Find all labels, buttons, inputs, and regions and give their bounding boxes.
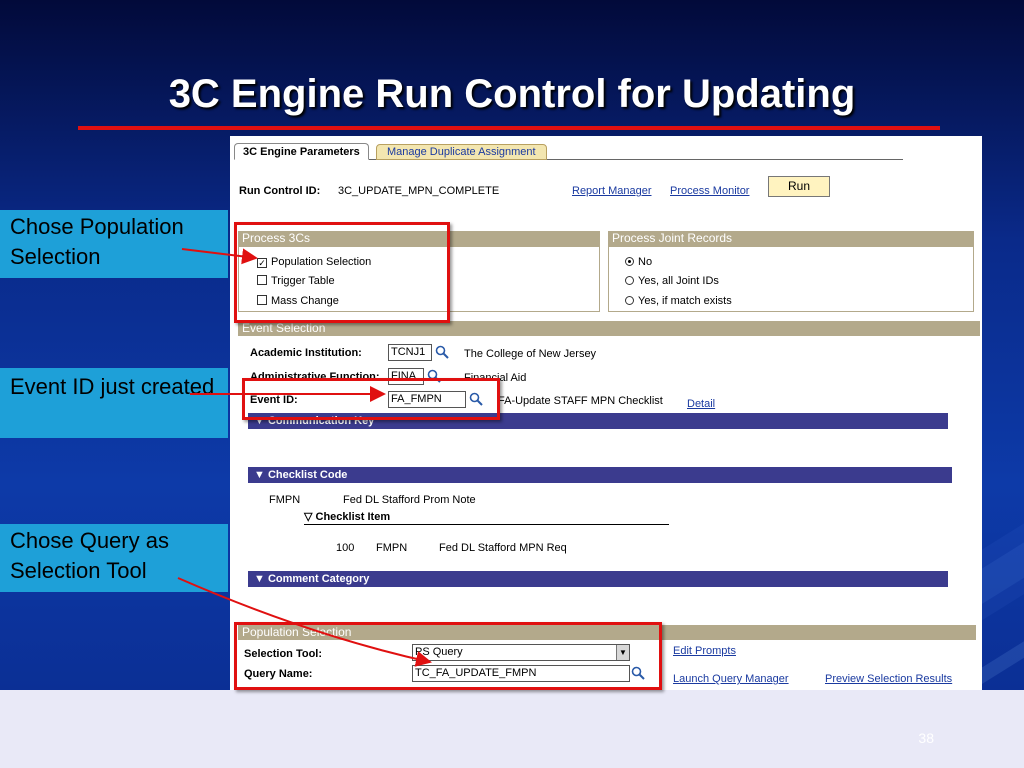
detail-link[interactable]: Detail (687, 398, 715, 410)
run-control-label: Run Control ID: (239, 185, 321, 197)
event-selection-header: Event Selection (238, 321, 980, 336)
comment-category-bar[interactable]: ▼ Comment Category (248, 571, 948, 587)
launch-query-manager-link[interactable]: Launch Query Manager (673, 673, 789, 685)
collapse-triangle-icon: ▼ (254, 469, 268, 481)
checklist-item-header[interactable]: ▽ Checklist Item (304, 510, 390, 523)
radio-selected-icon[interactable] (625, 257, 634, 266)
lookup-icon[interactable] (435, 345, 449, 359)
title-underline (78, 126, 940, 130)
slide-number: 38 (918, 730, 934, 746)
academic-institution-input[interactable]: TCNJ1 (388, 344, 432, 361)
checklist-item-code: FMPN (376, 542, 408, 554)
tab-manage-duplicate-assignment[interactable]: Manage Duplicate Assignment (376, 144, 547, 160)
checklist-item-seq: 100 (336, 542, 355, 554)
process-monitor-link[interactable]: Process Monitor (670, 185, 749, 197)
collapse-triangle-outline-icon: ▽ (304, 511, 316, 523)
checklist-item-rule (304, 524, 669, 525)
academic-institution-desc: The College of New Jersey (464, 348, 597, 360)
radio-yes-all-joint-ids[interactable]: Yes, all Joint IDs (625, 275, 719, 287)
radio-icon[interactable] (625, 296, 634, 305)
radio-yes-if-match-exists[interactable]: Yes, if match exists (625, 295, 732, 307)
checklist-code-bar[interactable]: ▼ Checklist Code (248, 467, 952, 483)
run-control-screenshot: 3C Engine Parameters Manage Duplicate As… (230, 136, 982, 690)
academic-institution-label: Academic Institution: (250, 347, 362, 359)
checklist-code-desc: Fed DL Stafford Prom Note (343, 494, 476, 506)
run-control-value: 3C_UPDATE_MPN_COMPLETE (338, 185, 500, 197)
callout-event-id: Event ID just created (0, 368, 228, 438)
highlight-event-id (242, 378, 500, 420)
event-id-desc: FA-Update STAFF MPN Checklist (498, 395, 663, 407)
preview-selection-results-link[interactable]: Preview Selection Results (825, 673, 952, 685)
checklist-item-desc: Fed DL Stafford MPN Req (439, 542, 567, 554)
checklist-code-value: FMPN (269, 494, 301, 506)
report-manager-link[interactable]: Report Manager (572, 185, 652, 197)
slide-footer (0, 690, 1024, 768)
radio-icon[interactable] (625, 276, 634, 285)
callout-query-tool: Chose Query as Selection Tool (0, 524, 228, 592)
process-joint-records-header: Process Joint Records (608, 231, 974, 246)
radio-no[interactable]: No (625, 256, 652, 268)
edit-prompts-link[interactable]: Edit Prompts (673, 645, 736, 657)
collapse-triangle-icon: ▼ (254, 573, 268, 585)
highlight-population-selection (234, 622, 662, 690)
callout-population-selection: Chose Population Selection (0, 210, 228, 278)
run-button[interactable]: Run (768, 176, 830, 197)
tab-3c-engine-parameters[interactable]: 3C Engine Parameters (234, 143, 369, 160)
slide-title: 3C Engine Run Control for Updating (168, 72, 856, 116)
highlight-process-3cs (234, 222, 450, 323)
